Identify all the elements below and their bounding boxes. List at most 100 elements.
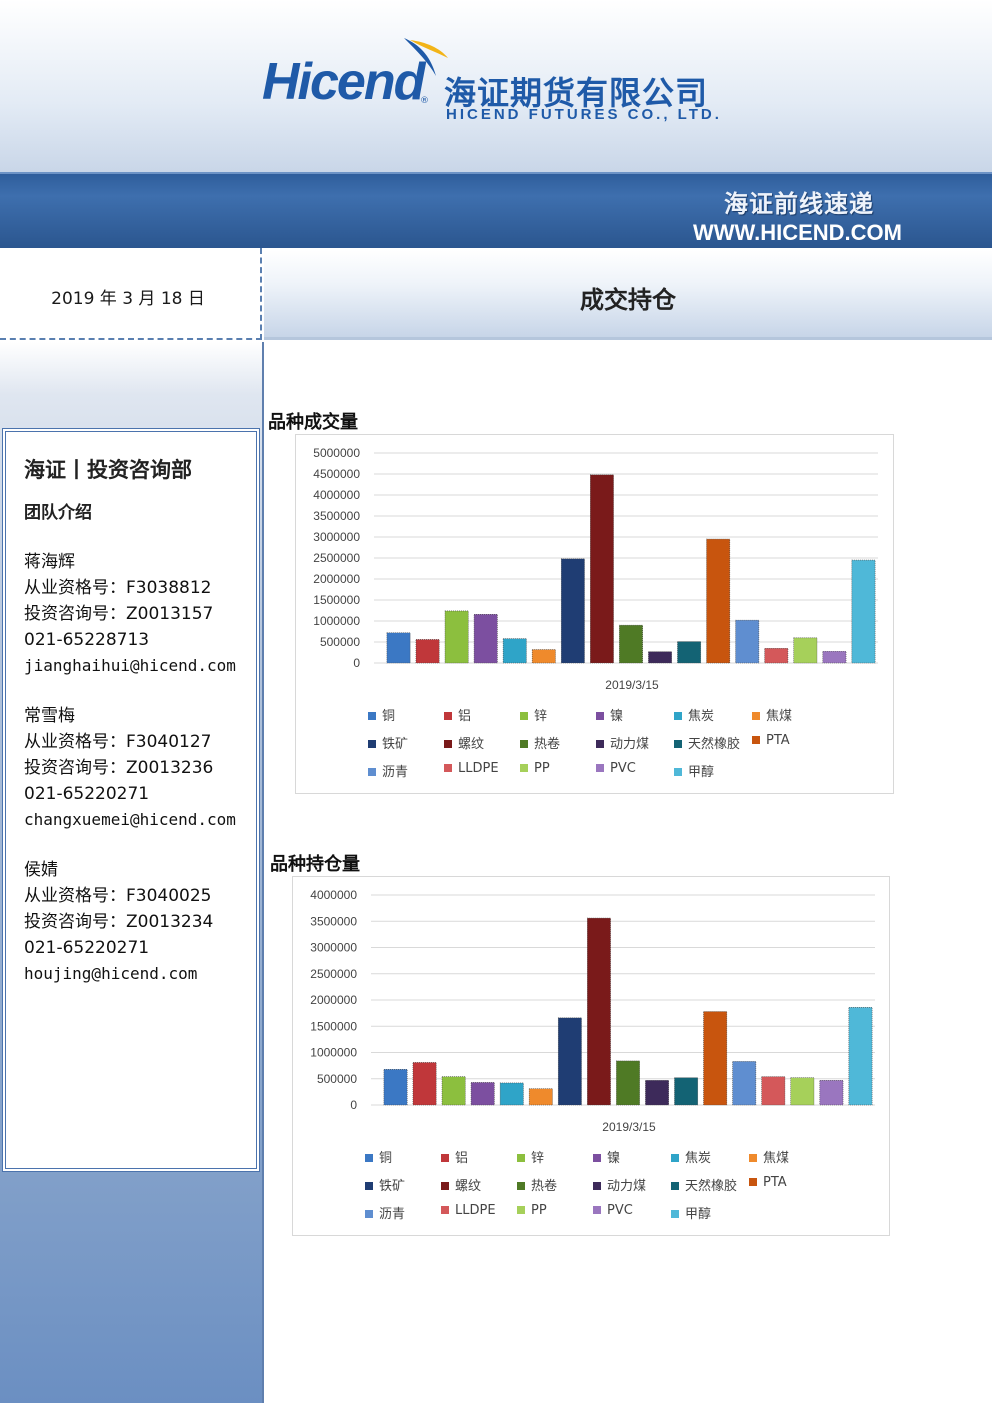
y-tick-label: 2500000	[313, 551, 360, 565]
legend-label: 铜	[382, 709, 396, 724]
member-consult-number: 投资咨询号：Z0013236	[24, 758, 214, 778]
member-phone: 021-65220271	[24, 784, 150, 804]
y-tick-label: 0	[350, 1098, 357, 1112]
legend-item-天然橡胶: 天然橡胶	[671, 1175, 737, 1194]
member-name: 蒋海辉	[24, 552, 75, 572]
legend-label: 动力煤	[607, 1179, 647, 1194]
legend-label: 铁矿	[379, 1179, 406, 1194]
y-tick-label: 1000000	[313, 614, 360, 628]
y-tick-label: 3500000	[310, 914, 357, 928]
legend-swatch	[596, 764, 604, 772]
team-panel: 海证丨投资咨询部 团队介绍 蒋海辉 从业资格号：F3038812 投资咨询号：Z…	[2, 428, 260, 1172]
legend-swatch	[674, 712, 682, 720]
date-box: 2019 年 3 月 18 日	[0, 248, 262, 340]
y-tick-label: 3000000	[313, 530, 360, 544]
bar-锌	[441, 1076, 466, 1106]
y-tick-label: 500000	[320, 635, 360, 649]
legend-label: 沥青	[382, 765, 409, 780]
legend-label: 动力煤	[610, 737, 650, 752]
header-banner: 海证前线速递 WWW.HICEND.COM	[0, 172, 992, 248]
legend-label: 焦煤	[763, 1151, 790, 1166]
member-email[interactable]: jianghaihui@hicend.com	[24, 653, 256, 679]
legend-item-PTA: PTA	[749, 1175, 787, 1190]
legend-item-沥青: 沥青	[368, 761, 408, 780]
banner-url[interactable]: WWW.HICEND.COM	[693, 220, 902, 246]
logo-english-name: HICEND FUTURES CO., LTD.	[446, 106, 722, 123]
team-title: 海证丨投资咨询部	[24, 458, 192, 482]
y-tick-label: 3000000	[310, 941, 357, 955]
bar-铜	[383, 1069, 408, 1106]
legend-label: PVC	[610, 761, 636, 776]
wing-logo-icon	[404, 38, 448, 76]
team-member: 蒋海辉 从业资格号：F3038812 投资咨询号：Z0013157 021-65…	[24, 549, 256, 679]
y-tick-label: 2500000	[310, 967, 357, 981]
bar-沥青	[732, 1061, 757, 1106]
member-consult-number: 投资咨询号：Z0013234	[24, 912, 214, 932]
legend-item-热卷: 热卷	[517, 1175, 557, 1194]
member-name: 常雪梅	[24, 706, 75, 726]
team-member: 常雪梅 从业资格号：F3040127 投资咨询号：Z0013236 021-65…	[24, 703, 256, 833]
team-subtitle: 团队介绍	[24, 503, 92, 523]
bar-PTA	[706, 538, 731, 664]
member-consult-number: 投资咨询号：Z0013157	[24, 604, 214, 624]
y-tick-label: 500000	[317, 1072, 357, 1086]
legend-label: 镍	[607, 1151, 621, 1166]
legend-label: 镍	[610, 709, 624, 724]
legend-label: PVC	[607, 1203, 633, 1218]
member-email[interactable]: changxuemei@hicend.com	[24, 807, 256, 833]
legend-swatch	[520, 712, 528, 720]
y-tick-label: 2000000	[310, 993, 357, 1007]
legend-swatch	[441, 1182, 449, 1190]
legend-item-PTA: PTA	[752, 733, 790, 748]
legend-item-热卷: 热卷	[520, 733, 560, 752]
y-tick-label: 1000000	[310, 1046, 357, 1060]
legend-swatch	[674, 768, 682, 776]
y-tick-label: 5000000	[313, 446, 360, 460]
legend-item-螺纹: 螺纹	[441, 1175, 481, 1194]
member-phone: 021-65220271	[24, 938, 150, 958]
legend-label: 甲醇	[685, 1207, 712, 1222]
legend-item-动力煤: 动力煤	[593, 1175, 646, 1194]
bar-锌	[444, 610, 469, 664]
legend-swatch	[365, 1154, 373, 1162]
legend-swatch	[674, 740, 682, 748]
bar-沥青	[735, 619, 760, 664]
bar-镍	[470, 1082, 495, 1106]
banner-title: 海证前线速递	[724, 190, 874, 218]
member-phone: 021-65228713	[24, 630, 150, 650]
legend-swatch	[749, 1178, 757, 1186]
legend-swatch	[444, 740, 452, 748]
legend-item-焦煤: 焦煤	[752, 705, 792, 724]
legend-label: 甲醇	[688, 765, 715, 780]
legend-label: LLDPE	[458, 761, 499, 776]
legend-label: 沥青	[379, 1207, 406, 1222]
member-email[interactable]: houjing@hicend.com	[24, 961, 256, 987]
legend-label: 铁矿	[382, 737, 409, 752]
bar-热卷	[619, 624, 643, 664]
legend-item-锌: 锌	[517, 1147, 544, 1166]
legend-label: 铜	[379, 1151, 393, 1166]
bar-热卷	[616, 1060, 640, 1106]
legend-swatch	[749, 1154, 757, 1162]
legend-item-螺纹: 螺纹	[444, 733, 484, 752]
bar-铁矿	[560, 558, 585, 664]
legend-item-镍: 镍	[596, 705, 623, 724]
legend-item-焦炭: 焦炭	[671, 1147, 711, 1166]
legend-item-甲醇: 甲醇	[671, 1203, 711, 1222]
legend-swatch	[520, 740, 528, 748]
legend-item-动力煤: 动力煤	[596, 733, 649, 752]
y-tick-label: 4000000	[313, 488, 360, 502]
legend-item-沥青: 沥青	[365, 1203, 405, 1222]
legend-swatch	[752, 736, 760, 744]
registered-mark: ®	[420, 96, 429, 106]
bar-铜	[386, 632, 411, 664]
legend-label: 焦炭	[688, 709, 715, 724]
legend-swatch	[365, 1182, 373, 1190]
legend-swatch	[368, 712, 376, 720]
x-category-label: 2019/3/15	[602, 1120, 656, 1134]
bar-LLDPE	[764, 648, 789, 664]
legend-item-PVC: PVC	[593, 1203, 633, 1218]
legend-item-铜: 铜	[365, 1147, 392, 1166]
legend-swatch	[593, 1182, 601, 1190]
legend-label: 焦炭	[685, 1151, 712, 1166]
